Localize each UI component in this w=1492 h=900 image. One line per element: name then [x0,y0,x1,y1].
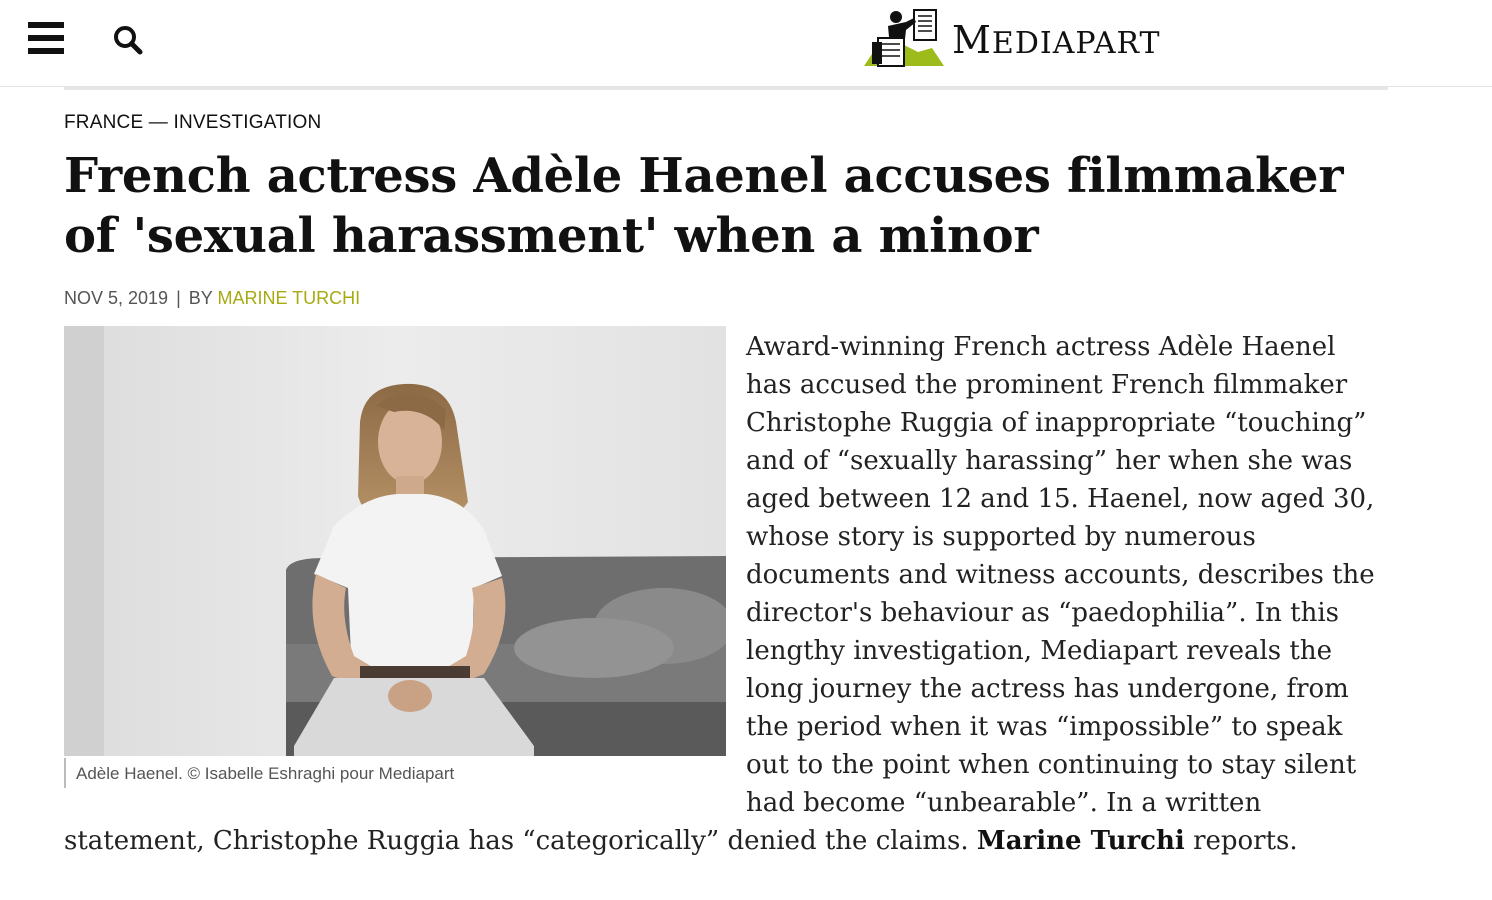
author-link[interactable]: MARINE TURCHI [217,288,360,308]
article-date: NOV 5, 2019 [64,288,169,308]
article-kicker[interactable]: FRANCE — INVESTIGATION [64,112,321,134]
hamburger-menu-icon[interactable] [28,22,64,54]
meta-separator: | [176,288,181,308]
mediapart-wordmark: MEDIAPART [952,18,1161,62]
search-icon[interactable] [112,24,144,56]
top-navigation-bar: MEDIAPART [0,0,1492,87]
article-photo [64,326,726,756]
lead-author: Marine Turchi [976,826,1185,856]
header-divider [64,87,1388,90]
lead-end: reports. [1193,826,1298,856]
mediapart-logo[interactable]: MEDIAPART [862,8,1192,70]
byline-label: BY [188,288,213,308]
mediapart-logo-icon [864,9,944,67]
article-headline: French actress Adèle Haenel accuses film… [64,148,1344,264]
photo-caption: Adèle Haenel. © Isabelle Eshraghi pour M… [64,758,454,788]
article-meta: NOV 5, 2019 | BY MARINE TURCHI [64,288,360,309]
